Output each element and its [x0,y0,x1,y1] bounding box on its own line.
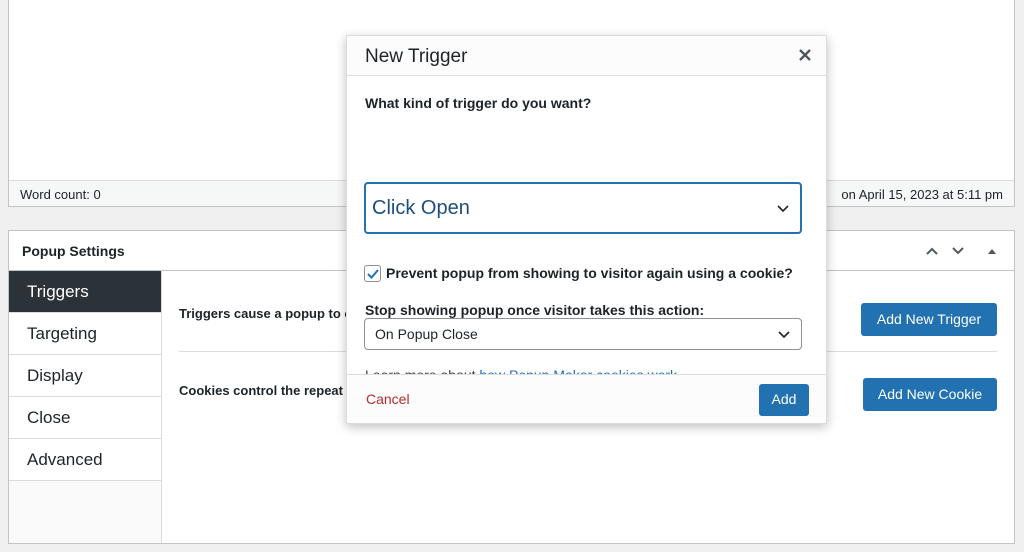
add-button[interactable]: Add [759,384,809,416]
chevron-down-icon [777,205,789,213]
tab-triggers[interactable]: Triggers [9,271,161,313]
trigger-type-select[interactable]: Click Open [364,182,802,234]
tab-close[interactable]: Close [9,397,161,439]
tab-targeting[interactable]: Targeting [9,313,161,355]
stop-showing-label: Stop showing popup once visitor takes th… [365,302,705,318]
checkmark-icon [367,269,379,279]
add-new-cookie-button[interactable]: Add New Cookie [863,378,997,411]
close-icon[interactable] [796,46,814,64]
tab-advanced[interactable]: Advanced [9,439,161,481]
chevron-down-icon [778,331,790,339]
stop-action-select[interactable]: On Popup Close [364,318,802,350]
modal-header: New Trigger [347,36,826,76]
chevron-up-icon[interactable] [920,239,944,263]
modal-body: What kind of trigger do you want? Click … [347,76,826,383]
settings-tabs: Triggers Targeting Display Close Advance… [9,271,162,543]
trigger-type-value: Click Open [372,197,470,219]
word-count: Word count: 0 [20,187,101,202]
cancel-button[interactable]: Cancel [366,391,410,407]
tab-display[interactable]: Display [9,355,161,397]
modal-title: New Trigger [365,46,468,67]
triggers-description: Triggers cause a popup to o [179,306,353,321]
add-new-trigger-button[interactable]: Add New Trigger [861,303,997,336]
modal-footer: Cancel Add [347,374,826,423]
trigger-question: What kind of trigger do you want? [365,95,592,111]
new-trigger-modal: New Trigger What kind of trigger do you … [346,35,827,424]
metabox-title: Popup Settings [22,243,125,259]
stop-action-value: On Popup Close [375,326,478,342]
collapse-toggle-icon[interactable] [980,239,1004,263]
cookies-description: Cookies control the repeat [179,383,343,398]
cookie-checkbox-label[interactable]: Prevent popup from showing to visitor ag… [386,265,793,281]
last-edited: on April 15, 2023 at 5:11 pm [841,187,1003,202]
chevron-down-icon[interactable] [946,239,970,263]
cookie-checkbox[interactable] [364,265,381,282]
